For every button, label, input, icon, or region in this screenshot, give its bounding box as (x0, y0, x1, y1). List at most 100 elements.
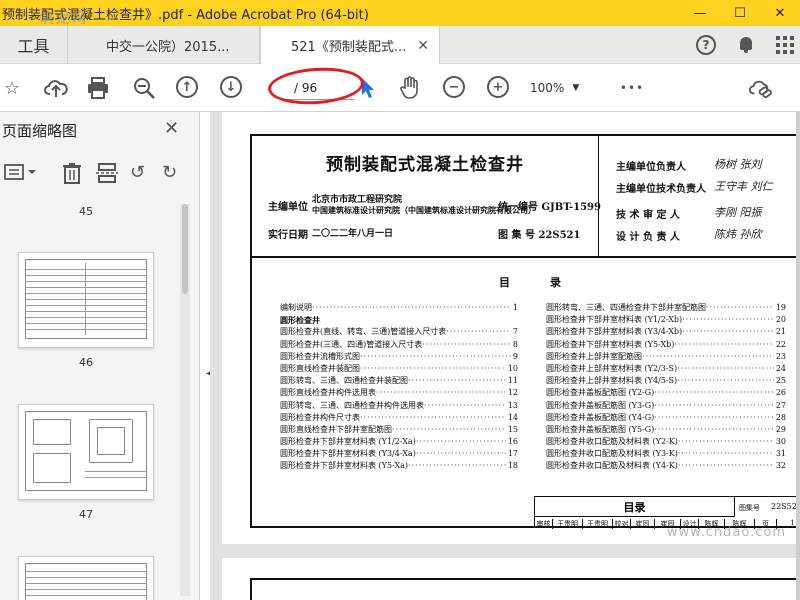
role-1: 主编单位负责人 (616, 162, 686, 173)
toc-entry-page: 23 (775, 351, 786, 361)
zoom-in-icon[interactable]: + (487, 76, 509, 98)
minimize-button[interactable]: — (680, 0, 720, 26)
close-tab-icon[interactable]: ✕ (417, 38, 429, 54)
toc-entry-name: 圆形检查井流槽形式图 (280, 351, 360, 361)
toc-entry[interactable]: 圆形检查井收口配筋及材料表 (Y4-K) ····················… (546, 460, 786, 472)
editor-label: 主编单位 (268, 202, 308, 213)
signature-3: 李刚 阳振 (714, 206, 762, 219)
toc-entry[interactable]: 圆形检查井(三通、四通)管道接入尺寸表 ·····················… (280, 339, 518, 351)
toc-entry-page: 11 (507, 376, 518, 386)
role-4: 设 计 负 责 人 (616, 232, 680, 243)
thumbnail-page-label: 46 (79, 356, 93, 369)
close-window-button[interactable]: ✕ (760, 0, 800, 26)
star-icon[interactable]: ☆ (0, 76, 24, 100)
signature-2: 王守丰 刘仁 (714, 180, 773, 193)
toc-entry[interactable]: 圆形检查井上部井室配筋图 ····························… (546, 351, 786, 363)
toc-entry-page: 29 (775, 424, 786, 434)
toc-entry-name: 圆形检查井下部井室材料表 (Y3/4-Xb) (546, 327, 683, 337)
document-viewport[interactable]: 预制装配式混凝土检查井 主编单位 北京市市政工程研究院 中国建筑标准设计研究院（… (210, 112, 800, 600)
zoom-search-icon[interactable] (132, 76, 156, 100)
toc-entry-page: 13 (507, 400, 518, 410)
title-block-cell: 校对 (613, 519, 631, 529)
document-scrollbar[interactable] (796, 112, 800, 600)
toc-entry-name: 编制说明 (280, 303, 312, 312)
toc-entry[interactable]: 圆形检查井下部井室材料表 (Y3/4-Xa) ··················… (280, 448, 518, 460)
zoom-level-value: 100% (530, 81, 565, 95)
title-block-cell: 王贵明 (583, 519, 613, 529)
toc-entry[interactable]: 圆形检查井流槽形式图 ······························… (280, 351, 518, 363)
toc-entry[interactable]: 圆形转弯、三通、四通检查井装配图 ························… (280, 375, 518, 387)
toc-entry[interactable]: 圆形检查井上部井室材料表 (Y2/3-S) ···················… (546, 363, 786, 375)
zoom-out-icon[interactable]: − (443, 76, 465, 98)
toc-entry[interactable]: 圆形检查井下部井室材料表 (Y1/2-Xb) ··················… (546, 314, 786, 326)
title-block-name: 目录 (535, 497, 735, 517)
rotate-counterclockwise-icon[interactable]: ↺ (130, 162, 145, 183)
toc-left-column: 编制说明 ····································… (280, 302, 518, 473)
toc-entry-name: 圆形检查井下部井室材料表 (Y1/2-Xb) (546, 315, 683, 325)
zoom-level-dropdown[interactable]: 100% ▼ (530, 76, 590, 100)
atlas-number: 图 集 号 22S521 (498, 230, 581, 241)
notification-bell-icon[interactable] (738, 36, 754, 54)
panel-title: 页面缩略图 (2, 122, 78, 140)
toc-entry[interactable]: 圆形检查井下部井室材料表 (Y5-Xa) ····················… (280, 460, 518, 472)
scrollbar-thumb[interactable] (182, 204, 188, 294)
maximize-button[interactable]: ☐ (720, 0, 760, 26)
print-icon[interactable] (86, 76, 110, 100)
toc-entry[interactable]: 圆形检查井收口配筋及材料表 (Y3-K) ····················… (546, 448, 786, 460)
toc-entry[interactable]: 圆形检查井下部井室材料表 (Y3/4-Xb) ··················… (546, 326, 786, 338)
toc-entry-page: 14 (507, 412, 518, 422)
toc-entry-name: 圆形转弯、三通、四通检查井构件选用表 (280, 400, 424, 410)
window-controls: — ☐ ✕ (680, 0, 800, 26)
thumbnail-scrollbar[interactable] (180, 204, 190, 596)
pdf-page-next (222, 558, 800, 600)
toc-entry[interactable]: 编制说明 ····································… (280, 302, 518, 314)
role-2: 主编单位技术负责人 (616, 184, 706, 195)
toc-entry[interactable]: 圆形检查井盖板配筋图 (Y2-G) ·······················… (546, 387, 786, 399)
extract-page-icon[interactable] (96, 162, 118, 189)
toc-entry[interactable]: 圆形检查井下部井室材料表 (Y5-Xb) ····················… (546, 339, 786, 351)
thumbnail-page-48[interactable] (18, 556, 154, 600)
apps-grid-icon[interactable] (776, 36, 794, 54)
close-panel-icon[interactable]: ✕ (164, 118, 179, 139)
toc-entry[interactable]: 圆形检查井盖板配筋图 (Y5-G) ·······················… (546, 424, 786, 436)
toc-entry[interactable]: 圆形检查井 (280, 314, 518, 326)
document-title: 预制装配式混凝土检查井 (326, 155, 524, 175)
toc-entry[interactable]: 圆形直线检查井构件选用表 ····························… (280, 387, 518, 399)
toc-entry-name: 圆形检查井下部井室材料表 (Y5-Xb) (546, 339, 675, 349)
cloud-upload-icon[interactable] (44, 76, 68, 100)
share-link-icon[interactable] (748, 76, 772, 100)
delete-page-icon[interactable] (62, 162, 82, 189)
toc-entry[interactable]: 圆形检查井构件尺寸表 ······························… (280, 412, 518, 424)
toc-entry-name: 圆形检查井(直线、转弯、三通)管道接入尺寸表 (280, 327, 447, 337)
toc-entry[interactable]: 圆形检查井上部井室材料表 (Y4/5-S) ···················… (546, 375, 786, 387)
options-menu-icon[interactable] (4, 162, 38, 187)
more-tools-icon[interactable]: ••• (620, 76, 644, 100)
tab-document-2-active[interactable]: 521《预制装配式... ✕ (260, 26, 440, 65)
toc-entry[interactable]: 圆形检查井盖板配筋图 (Y3-G) ·······················… (546, 400, 786, 412)
title-block-cell: 王贵明 (553, 519, 583, 529)
hand-tool-icon[interactable] (398, 76, 422, 100)
toc-entry[interactable]: 圆形检查井盖板配筋图 (Y4-G) ·······················… (546, 412, 786, 424)
help-icon[interactable]: ? (696, 35, 716, 55)
toc-entry-name: 圆形直线检查井下部井室配筋图 (280, 424, 392, 434)
thumbnail-page-46[interactable] (18, 252, 154, 348)
tab-label: 中交一公院）2015... (106, 39, 230, 55)
toc-entry[interactable]: 圆形检查井收口配筋及材料表 (Y2-K) ····················… (546, 436, 786, 448)
toc-entry-page: 1 (512, 303, 518, 312)
thumbnails-panel: 页面缩略图 ✕ ↺ ↻ 45 46 47 (0, 112, 200, 600)
toc-entry[interactable]: 圆形检查井下部井室材料表 (Y1/2-Xa) ··················… (280, 436, 518, 448)
toc-entry-name: 圆形检查井上部井室材料表 (Y2/3-S) (546, 363, 678, 373)
rotate-clockwise-icon[interactable]: ↻ (162, 162, 177, 183)
previous-page-icon[interactable]: ↑ (176, 76, 198, 98)
toc-entry[interactable]: 圆形检查井(直线、转弯、三通)管道接入尺寸表 ··················… (280, 326, 518, 338)
thumbnail-page-47[interactable] (18, 404, 154, 500)
toc-entry-page: 18 (507, 461, 518, 471)
toc-entry[interactable]: 圆形直线检查井下部井室配筋图 ··························… (280, 424, 518, 436)
tab-tools[interactable]: 工具 (0, 26, 68, 64)
toc-entry[interactable]: 圆形转弯、三通、四通检查井下部井室配筋图 ····················… (546, 302, 786, 314)
toc-entry-page: 30 (775, 437, 786, 447)
next-page-icon[interactable]: ↓ (220, 76, 242, 98)
toc-entry[interactable]: 圆形直线检查井装配图 ······························… (280, 363, 518, 375)
tab-document-1[interactable]: 中交一公院）2015... (68, 26, 260, 64)
toc-entry[interactable]: 圆形转弯、三通、四通检查井构件选用表 ······················… (280, 400, 518, 412)
